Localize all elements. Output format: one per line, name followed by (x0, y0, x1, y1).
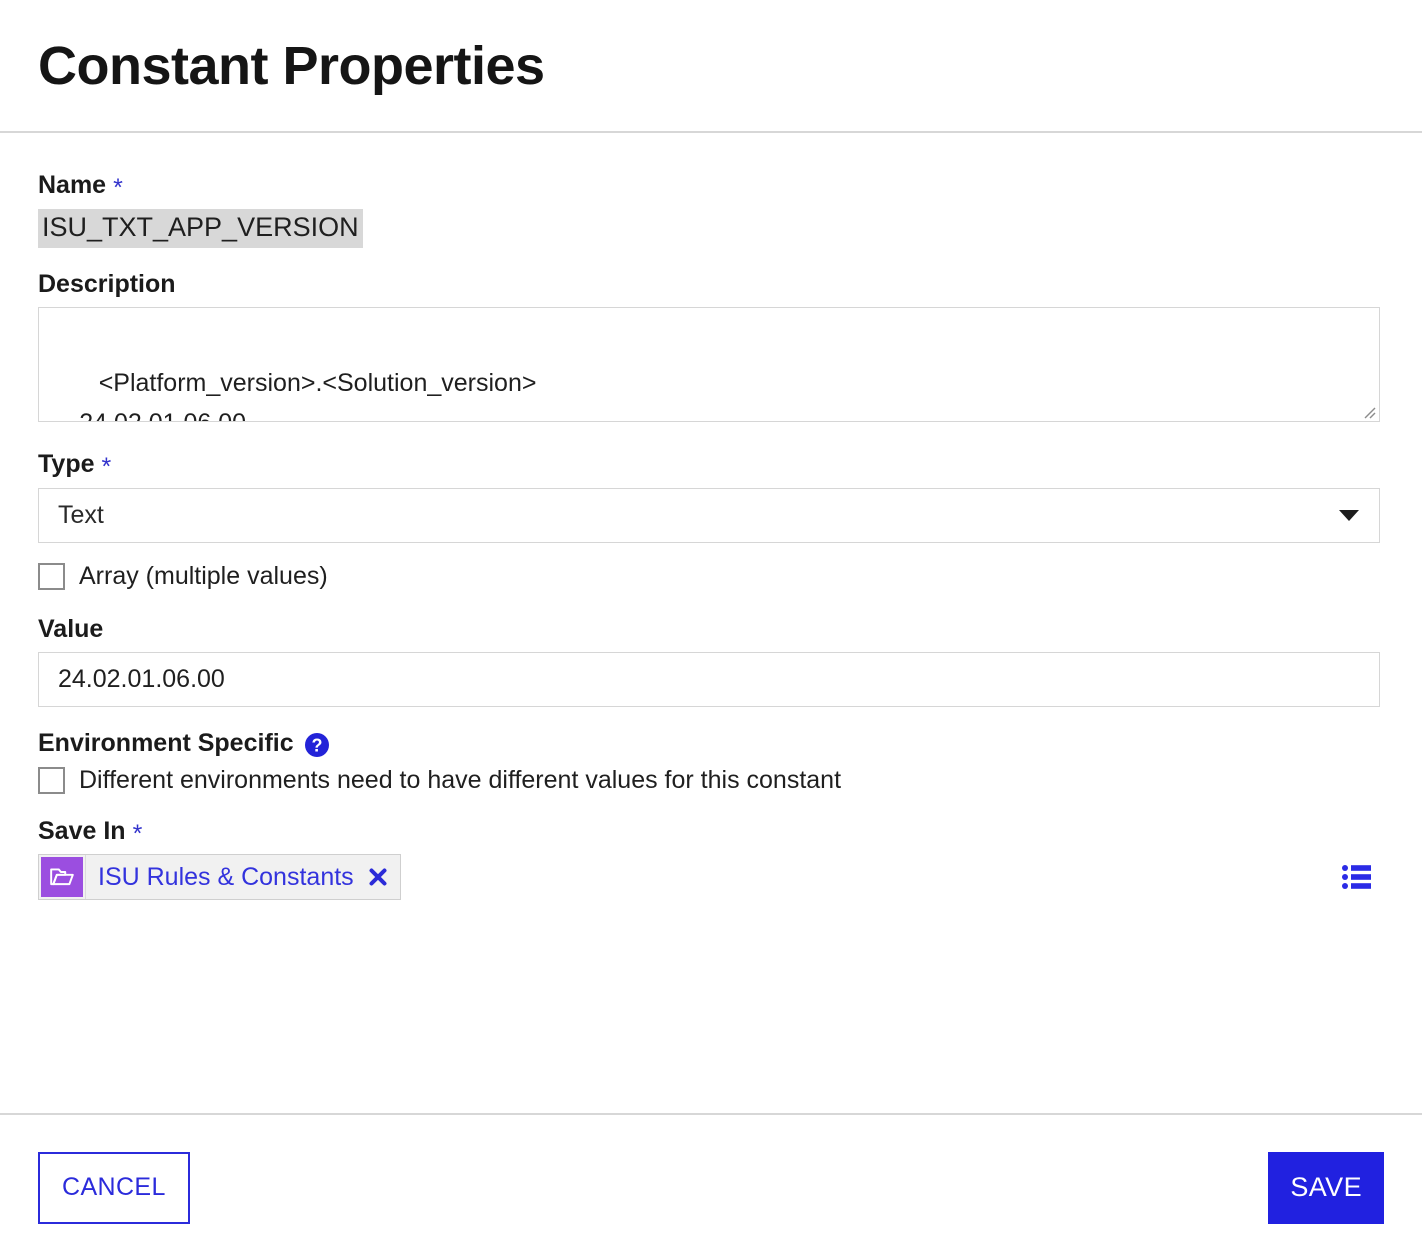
help-circle-icon[interactable]: ? (304, 732, 330, 758)
save-in-chip[interactable]: ISU Rules & Constants (38, 854, 401, 901)
dialog-header: Constant Properties (0, 0, 1422, 133)
array-checkbox-label: Array (multiple values) (79, 562, 328, 591)
save-in-required-star: * (132, 819, 143, 848)
description-value: <Platform_version>.<Solution_version> - … (64, 368, 537, 422)
dialog-footer: CANCEL SAVE (0, 1113, 1422, 1260)
constant-properties-dialog: Constant Properties Name * ISU_TXT_APP_V… (0, 0, 1422, 1260)
folder-open-icon (41, 857, 83, 898)
cancel-button[interactable]: CANCEL (38, 1151, 190, 1224)
name-label: Name * (38, 171, 1384, 200)
save-in-row: ISU Rules & Constants (38, 854, 1380, 901)
type-label: Type * (38, 450, 1384, 479)
description-textarea[interactable]: <Platform_version>.<Solution_version> - … (38, 307, 1380, 423)
type-label-text: Type (38, 450, 95, 479)
array-checkbox[interactable] (38, 563, 65, 591)
save-button[interactable]: SAVE (1268, 1151, 1384, 1224)
name-required-star: * (113, 173, 123, 202)
value-input-text: 24.02.01.06.00 (58, 665, 225, 694)
environment-specific-label-text: Environment Specific (38, 729, 294, 758)
type-select[interactable]: Text (38, 488, 1380, 544)
chevron-down-icon[interactable] (1339, 510, 1359, 522)
array-checkbox-row[interactable]: Array (multiple values) (38, 563, 1384, 591)
environment-specific-checkbox[interactable] (38, 767, 65, 795)
page-title: Constant Properties (38, 35, 545, 96)
close-x-icon[interactable] (368, 867, 388, 887)
name-label-text: Name (38, 171, 107, 199)
type-required-star: * (101, 453, 112, 482)
value-label-text: Value (38, 614, 104, 643)
value-input[interactable]: 24.02.01.06.00 (38, 652, 1380, 708)
environment-specific-checkbox-row[interactable]: Different environments need to have diff… (38, 767, 1384, 795)
list-icon[interactable] (1342, 864, 1372, 890)
dialog-body: Name * ISU_TXT_APP_VERSION Description <… (0, 133, 1422, 1113)
type-selected-value: Text (58, 501, 104, 530)
save-in-label-text: Save In (38, 816, 126, 845)
description-label: Description (38, 270, 1384, 299)
environment-specific-label: Environment Specific ? (38, 729, 1384, 758)
svg-text:?: ? (311, 735, 322, 755)
environment-specific-checkbox-label: Different environments need to have diff… (79, 766, 842, 795)
save-in-chip-body[interactable]: ISU Rules & Constants (85, 855, 400, 900)
save-in-label: Save In * (38, 817, 1384, 846)
save-in-chip-text: ISU Rules & Constants (98, 862, 354, 891)
name-value[interactable]: ISU_TXT_APP_VERSION (38, 208, 363, 248)
value-label: Value (38, 615, 1384, 644)
description-label-text: Description (38, 269, 176, 298)
resize-grip-icon[interactable] (1360, 403, 1376, 419)
